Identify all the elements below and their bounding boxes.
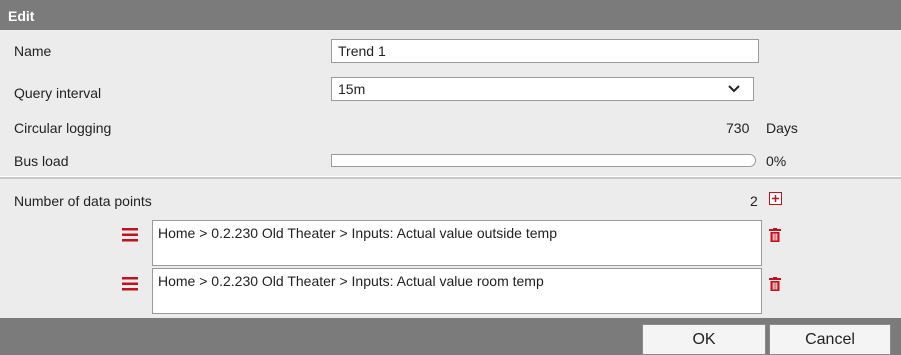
bus-load-label: Bus load (14, 153, 69, 169)
chevron-down-icon (728, 85, 740, 93)
add-data-point-button[interactable] (769, 192, 782, 205)
name-label: Name (14, 43, 52, 59)
data-point-path-2[interactable]: Home > 0.2.230 Old Theater > Inputs: Act… (152, 268, 762, 314)
circular-logging-row: Circular logging 730 Days (0, 110, 901, 146)
data-points-count: 2 (750, 193, 758, 209)
dialog-title: Edit (0, 0, 901, 30)
data-points-label: Number of data points (14, 193, 152, 209)
drag-handle-icon[interactable] (122, 277, 138, 291)
query-interval-row: Query interval 15m (0, 70, 901, 110)
trash-icon[interactable] (769, 277, 781, 291)
dialog-footer: OK Cancel (0, 318, 901, 355)
drag-handle-icon[interactable] (122, 228, 138, 242)
bus-load-progress-bar (331, 154, 756, 167)
data-point-path-1[interactable]: Home > 0.2.230 Old Theater > Inputs: Act… (152, 220, 762, 266)
edit-dialog: Edit Name Query interval 15m Circular lo… (0, 0, 901, 355)
data-points-section: Number of data points 2 Home > 0.2.230 O… (0, 179, 901, 318)
query-interval-value: 15m (338, 81, 366, 97)
name-row: Name (0, 30, 901, 70)
query-interval-label: Query interval (14, 85, 102, 101)
name-input[interactable] (331, 39, 759, 63)
trash-icon[interactable] (769, 228, 781, 242)
bus-load-value: 0% (766, 153, 787, 169)
bus-load-row: Bus load 0% (0, 146, 901, 176)
query-interval-select[interactable]: 15m (331, 77, 754, 101)
cancel-button[interactable]: Cancel (769, 324, 891, 355)
circular-logging-value: 730 (726, 120, 750, 136)
circular-logging-unit: Days (766, 120, 798, 136)
circular-logging-label: Circular logging (14, 120, 112, 136)
ok-button[interactable]: OK (642, 324, 766, 355)
